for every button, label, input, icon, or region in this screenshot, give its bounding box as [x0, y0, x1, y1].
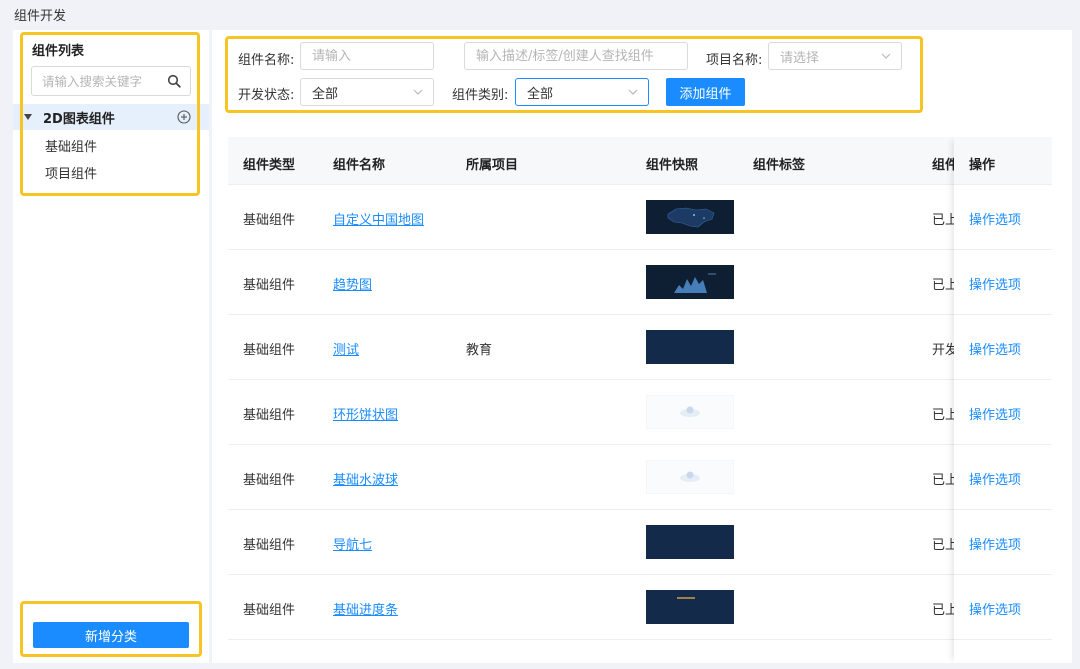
- table-row: [228, 640, 1052, 663]
- component-name-link[interactable]: 趋势图: [333, 274, 372, 293]
- column-header-snapshot: 组件快照: [646, 158, 699, 173]
- action-cell: 操作选项: [954, 510, 1052, 575]
- highlight-frame-new-category: [20, 601, 202, 657]
- cell-status: 已上: [932, 408, 954, 423]
- action-options-link[interactable]: 操作选项: [969, 599, 1021, 618]
- action-cell: 操作选项: [954, 315, 1052, 380]
- cell-project: 教育: [466, 343, 493, 358]
- status-column-clipped: 组件 已上 已上 开发 已上 已上 已上 已上: [932, 137, 954, 663]
- cell-status: 已上: [932, 538, 954, 553]
- highlight-frame-filters: [225, 36, 923, 113]
- table-row: 基础组件 自定义中国地图: [228, 185, 1052, 250]
- action-cell: 操作选项: [954, 575, 1052, 640]
- ring-pie-thumbnail: [646, 395, 734, 429]
- cell-status: 已上: [932, 603, 954, 618]
- blank-dark-thumbnail: [646, 330, 734, 364]
- action-options-link[interactable]: 操作选项: [969, 469, 1021, 488]
- component-name-link[interactable]: 基础进度条: [333, 599, 398, 618]
- action-options-link[interactable]: 操作选项: [969, 534, 1021, 553]
- progress-bar-thumbnail: [646, 590, 734, 624]
- cell-type: 基础组件: [243, 278, 296, 293]
- table-header: 组件类型 组件名称 所属项目 组件快照 组件标签: [228, 137, 1052, 185]
- action-column: 操作 操作选项 操作选项 操作选项 操作选项 操作选项 操作选项 操作选项: [954, 137, 1052, 663]
- table-row: 基础组件 基础水波球: [228, 445, 1052, 510]
- action-options-link[interactable]: 操作选项: [969, 209, 1021, 228]
- column-header-name: 组件名称: [333, 158, 386, 173]
- china-map-thumbnail: [646, 200, 734, 234]
- cell-type: 基础组件: [243, 603, 296, 618]
- highlight-frame-sidebar-tree: [20, 32, 200, 196]
- trend-chart-thumbnail: [646, 265, 734, 299]
- table-row: 基础组件 测试 教育: [228, 315, 1052, 380]
- column-header-tags: 组件标签: [753, 158, 806, 173]
- cell-type: 基础组件: [243, 408, 296, 423]
- action-cell: 操作选项: [954, 380, 1052, 445]
- action-options-link[interactable]: 操作选项: [969, 274, 1021, 293]
- component-name-link[interactable]: 测试: [333, 339, 359, 358]
- column-header-type: 组件类型: [243, 158, 296, 173]
- navigation-thumbnail: [646, 525, 734, 559]
- component-name-link[interactable]: 环形饼状图: [333, 404, 398, 423]
- column-header-project: 所属项目: [466, 158, 519, 173]
- cell-type: 基础组件: [243, 538, 296, 553]
- table-row: 基础组件 基础进度条: [228, 575, 1052, 640]
- component-name-link[interactable]: 自定义中国地图: [333, 209, 424, 228]
- action-cell: 操作选项: [954, 185, 1052, 250]
- cell-status: 已上: [932, 473, 954, 488]
- action-cell: 操作选项: [954, 445, 1052, 510]
- main-panel: 组件名称: 项目名称: 请选择 开发状态: 全部 组件类别: 全部 添加组件 组…: [212, 30, 1072, 663]
- cell-status: 开发: [932, 343, 954, 358]
- table-row: 基础组件 导航七: [228, 510, 1052, 575]
- table-row: 基础组件 环形饼状图: [228, 380, 1052, 445]
- water-ball-thumbnail: [646, 460, 734, 494]
- table-row: 基础组件 趋势图: [228, 250, 1052, 315]
- column-header-action: 操作: [969, 158, 996, 173]
- action-cell: 操作选项: [954, 250, 1052, 315]
- column-header-status: 组件: [932, 158, 954, 173]
- cell-type: 基础组件: [243, 213, 296, 228]
- action-options-link[interactable]: 操作选项: [969, 339, 1021, 358]
- page-title: 组件开发: [14, 9, 67, 24]
- cell-status: 已上: [932, 278, 954, 293]
- component-name-link[interactable]: 导航七: [333, 534, 372, 553]
- component-name-link[interactable]: 基础水波球: [333, 469, 398, 488]
- cell-type: 基础组件: [243, 343, 296, 358]
- action-options-link[interactable]: 操作选项: [969, 404, 1021, 423]
- component-table: 组件类型 组件名称 所属项目 组件快照 组件标签 基础组件 自定义中国地图 基础…: [228, 137, 1052, 663]
- action-header: 操作: [954, 137, 1052, 185]
- cell-status: 已上: [932, 213, 954, 228]
- cell-type: 基础组件: [243, 473, 296, 488]
